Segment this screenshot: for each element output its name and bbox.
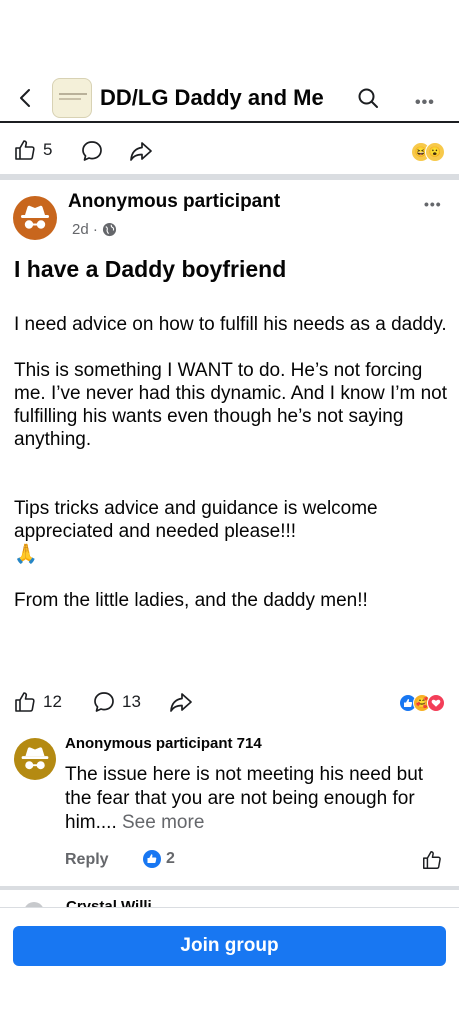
post-paragraph-1: I need advice on how to fulfill his need… (14, 314, 447, 335)
comment-separator (0, 886, 459, 890)
anonymous-incognito-icon (21, 205, 49, 229)
anonymous-incognito-icon (21, 747, 49, 770)
post-time[interactable]: 2d · (72, 221, 98, 238)
comment-text: The issue here is not meeting his need b… (65, 763, 425, 835)
group-title[interactable]: DD/LG Daddy and Me (100, 85, 324, 111)
group-cover-thumbnail[interactable] (52, 78, 92, 118)
comment-like-count: 2 (166, 850, 175, 867)
join-group-button[interactable]: Join group (13, 926, 446, 966)
share-icon[interactable] (128, 139, 154, 163)
post-like-button[interactable]: 12 (13, 690, 62, 714)
search-icon[interactable] (356, 86, 380, 110)
comment: Anonymous participant 714 The issue here… (0, 733, 459, 873)
comment-avatar[interactable] (14, 738, 56, 780)
comment-like-summary[interactable]: 2 (143, 850, 175, 868)
folded-hands-emoji: 🙏 (14, 544, 38, 565)
post-title: I have a Daddy boyfriend (14, 256, 287, 282)
post-comment-button[interactable]: 13 (92, 690, 141, 714)
globe-icon (102, 222, 116, 237)
thumbs-up-icon (15, 692, 35, 712)
reply-button[interactable]: Reply (65, 851, 109, 869)
group-header: DD/LG Daddy and Me ••• (0, 76, 459, 120)
comment-author[interactable]: Anonymous participant 714 (65, 735, 262, 752)
post-paragraph-2: This is something I WANT to do. He’s not… (14, 360, 447, 450)
chevron-left-icon[interactable] (14, 86, 38, 110)
anonymous-avatar[interactable] (13, 196, 57, 240)
comment-icon (94, 692, 114, 712)
comment-icon[interactable] (80, 139, 104, 163)
post-like-count: 12 (43, 692, 62, 711)
previous-post-actions: 5 😆 😮 (0, 134, 459, 168)
reaction-summary[interactable]: 😆 😮 (411, 142, 445, 162)
post-paragraph-3: Tips tricks advice and guidance is welco… (14, 498, 378, 542)
post-header: Anonymous participant 2d · ••• (0, 188, 459, 244)
post-author[interactable]: Anonymous participant (68, 191, 280, 213)
post-body: I need advice on how to fulfill his need… (14, 313, 450, 612)
like-button[interactable]: 5 (13, 138, 52, 162)
post-separator (0, 174, 459, 180)
love-reaction-icon (427, 694, 445, 712)
post-comment-count: 13 (122, 692, 141, 711)
share-icon[interactable] (168, 690, 194, 714)
post-actions: 12 13 🥰 (0, 690, 459, 718)
post-meta: 2d · (72, 221, 117, 238)
more-options-icon[interactable]: ••• (415, 94, 435, 112)
see-more-link[interactable]: See more (117, 812, 204, 833)
post-more-options-icon[interactable]: ••• (424, 196, 442, 212)
footer-divider (0, 907, 459, 908)
thumbs-up-icon (15, 140, 35, 160)
header-divider (0, 121, 459, 123)
comment-like-button[interactable] (421, 849, 443, 871)
wow-reaction-icon: 😮 (425, 142, 445, 162)
like-reaction-icon (143, 850, 161, 868)
like-count: 5 (43, 140, 53, 159)
post-reaction-summary[interactable]: 🥰 (399, 694, 445, 712)
post-paragraph-4: From the little ladies, and the daddy me… (14, 590, 368, 611)
